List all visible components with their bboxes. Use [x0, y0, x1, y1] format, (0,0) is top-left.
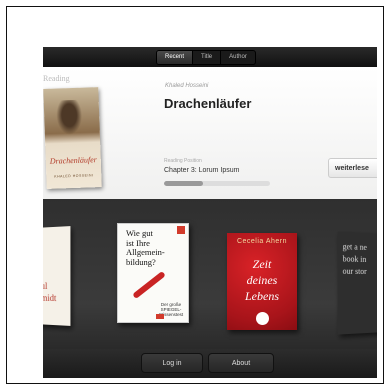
book-shelf: ul midt Wie gut ist Ihre Allgemein- bild… [43, 199, 377, 349]
current-book-cover[interactable]: Drachenläufer KHALED HOSSEINI [43, 87, 102, 189]
bottom-bar: Log in About [43, 349, 377, 378]
promo-line-1: get a ne [342, 241, 367, 252]
reading-progress-fill [164, 181, 204, 186]
screenshot-frame: Recent Title Author Reading Drachenläufe… [6, 6, 384, 384]
top-bar: Recent Title Author [43, 47, 377, 67]
sort-segmented-control: Recent Title Author [156, 50, 256, 65]
reading-section-label: Reading [43, 74, 70, 83]
reading-position-label: Reading Position [164, 158, 202, 164]
login-button[interactable]: Log in [141, 353, 203, 373]
book1-line-2: midt [43, 292, 57, 304]
book3-title-line: deines [246, 273, 278, 287]
reading-progress-bar [164, 181, 270, 186]
publisher-logo-icon [256, 312, 269, 325]
book3-title-line: Zeit [252, 257, 272, 271]
cover-author: KHALED HOSSEINI [54, 173, 94, 179]
shelf-book-3[interactable]: Cecelia Ahern Zeit deines Lebens [227, 233, 297, 330]
current-chapter: Chapter 3: Lorum Ipsum [164, 167, 240, 174]
about-button[interactable]: About [208, 353, 274, 373]
shelf-book-2[interactable]: Wie gut ist Ihre Allgemein- bildung? Der… [117, 223, 189, 323]
book2-title-line: bildung? [126, 256, 156, 267]
cover-illustration [53, 99, 85, 139]
book3-title-line: Lebens [245, 289, 279, 303]
book2-title: Wie gut ist Ihre Allgemein- bildung? [126, 228, 181, 267]
promo-line-3: our stor [342, 266, 367, 276]
shelf-book-1[interactable]: ul midt [43, 226, 71, 326]
publisher-badge-icon [156, 314, 164, 319]
book3-author: Cecelia Ahern [236, 238, 288, 245]
current-reading-panel: Reading Drachenläufer KHALED HOSSEINI Kh… [43, 67, 377, 199]
tab-title[interactable]: Title [193, 51, 222, 64]
tab-author[interactable]: Author [221, 51, 255, 64]
continue-reading-button[interactable]: weiterlese [328, 158, 377, 178]
app-screen: Recent Title Author Reading Drachenläufe… [43, 47, 377, 378]
store-promo-tile[interactable]: get a ne book in our stor [337, 231, 377, 335]
book-author: Khaled Hosseini [165, 83, 209, 89]
book1-line-1: ul [43, 280, 48, 291]
tab-recent[interactable]: Recent [157, 51, 194, 64]
pen-icon [132, 270, 166, 300]
promo-line-2: book in [342, 254, 367, 264]
cover-title: Drachenläufer [49, 155, 97, 166]
book-title: Drachenläufer [164, 96, 252, 111]
